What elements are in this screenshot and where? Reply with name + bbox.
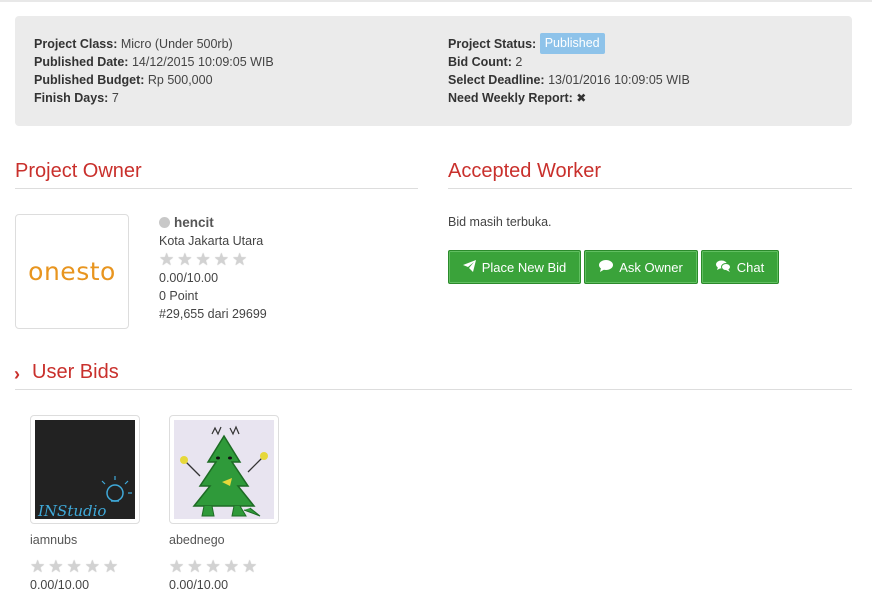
star-icon: ★ (242, 557, 258, 576)
chat-button[interactable]: Chat (701, 250, 779, 284)
star-icon: ★ (195, 250, 211, 269)
project-class-label: Project Class: (34, 37, 118, 51)
star-icon: ★ (48, 557, 64, 576)
star-icon: ★ (223, 557, 239, 576)
star-icon: ★ (84, 557, 100, 576)
published-budget-label: Published Budget: (34, 73, 145, 87)
top-divider (0, 0, 872, 2)
owner-logo[interactable]: onesto (15, 214, 129, 329)
bidder-avatar[interactable] (169, 415, 279, 524)
project-class-row: Project Class: Micro (Under 500rb) (34, 35, 274, 53)
finish-days-label: Finish Days: (34, 91, 109, 105)
star-icon: ★ (205, 557, 221, 576)
bid-count-value: 2 (515, 55, 523, 69)
bidder-name-link[interactable]: iamnubs (30, 533, 140, 551)
project-info-panel: Project Class: Micro (Under 500rb) Publi… (15, 16, 852, 126)
select-deadline-row: Select Deadline: 13/01/2016 10:09:05 WIB (448, 71, 690, 89)
weekly-report-row: Need Weekly Report: ✖ (448, 89, 690, 107)
bidder-avatar-text: INStudio (37, 502, 106, 519)
project-status-row: Project Status: Published (448, 32, 690, 54)
project-status-label: Project Status: (448, 37, 537, 51)
star-icon: ★ (169, 557, 185, 576)
place-new-bid-button[interactable]: Place New Bid (448, 250, 581, 284)
bid-card: INStudio iamnubs ★ ★ ★ ★ ★ 0.00/10.00 (30, 415, 140, 594)
ask-owner-label: Ask Owner (619, 259, 683, 275)
finish-days-value: 7 (111, 91, 119, 105)
bidder-rating-score: 0.00/10.00 (169, 578, 229, 592)
owner-points: 0 Point (159, 289, 198, 303)
bidder-rating-stars: ★ ★ ★ ★ ★ (169, 557, 279, 576)
owner-name-link[interactable]: hencit (174, 215, 214, 230)
times-icon: ✖ (576, 91, 587, 105)
bid-count-row: Bid Count: 2 (448, 53, 690, 71)
star-icon: ★ (103, 557, 119, 576)
offline-status-icon (159, 217, 170, 228)
chevron-right-icon[interactable]: › (14, 364, 20, 385)
accepted-worker-divider (448, 188, 852, 189)
star-icon: ★ (177, 250, 193, 269)
star-icon: ★ (66, 557, 82, 576)
place-new-bid-label: Place New Bid (481, 259, 567, 275)
user-bids-divider (15, 389, 852, 390)
bidder-rating-score: 0.00/10.00 (30, 578, 90, 592)
select-deadline-label: Select Deadline: (448, 73, 545, 87)
published-budget-row: Published Budget: Rp 500,000 (34, 71, 274, 89)
owner-info: hencit Kota Jakarta Utara ★ ★ ★ ★ ★ 0.00… (159, 214, 267, 323)
project-owner-divider (15, 188, 418, 189)
chat-label: Chat (736, 259, 765, 275)
comment-icon (599, 259, 614, 275)
owner-rank: #29,655 dari 29699 (159, 307, 267, 321)
owner-rating-score: 0.00/10.00 (159, 271, 219, 285)
bidder-rating-stars: ★ ★ ★ ★ ★ (30, 557, 140, 576)
project-owner-heading: Project Owner (15, 160, 142, 182)
project-info-left: Project Class: Micro (Under 500rb) Publi… (34, 35, 274, 107)
published-budget-value: Rp 500,000 (147, 73, 213, 87)
bidder-name-link[interactable]: abednego (169, 533, 279, 551)
owner-logo-text: onesto (28, 257, 116, 286)
bid-card: abednego ★ ★ ★ ★ ★ 0.00/10.00 (169, 415, 279, 594)
weekly-report-label: Need Weekly Report: (448, 91, 573, 105)
owner-rating-stars: ★ ★ ★ ★ ★ (159, 250, 267, 269)
published-date-label: Published Date: (34, 55, 129, 69)
published-date-row: Published Date: 14/12/2015 10:09:05 WIB (34, 53, 274, 71)
project-info-right: Project Status: Published Bid Count: 2 S… (448, 32, 690, 107)
star-icon: ★ (232, 250, 248, 269)
select-deadline-value: 13/01/2016 10:09:05 WIB (548, 73, 690, 87)
published-date-value: 14/12/2015 10:09:05 WIB (131, 55, 274, 69)
comments-icon (715, 260, 731, 275)
project-class-value: Micro (Under 500rb) (120, 37, 233, 51)
accepted-worker-heading: Accepted Worker (448, 160, 602, 182)
owner-name-row: hencit (159, 214, 267, 232)
bidder-avatar[interactable]: INStudio (30, 415, 140, 524)
user-bids-heading[interactable]: User Bids (32, 361, 119, 384)
star-icon: ★ (213, 250, 229, 269)
bid-status-text: Bid masih terbuka. (448, 215, 552, 229)
paper-plane-icon (462, 259, 476, 275)
star-icon: ★ (159, 250, 175, 269)
ask-owner-button[interactable]: Ask Owner (584, 250, 698, 284)
owner-location: Kota Jakarta Utara (159, 234, 264, 248)
finish-days-row: Finish Days: 7 (34, 89, 274, 107)
bid-count-label: Bid Count: (448, 55, 512, 69)
star-icon: ★ (187, 557, 203, 576)
star-icon: ★ (30, 557, 46, 576)
status-badge: Published (539, 32, 605, 54)
